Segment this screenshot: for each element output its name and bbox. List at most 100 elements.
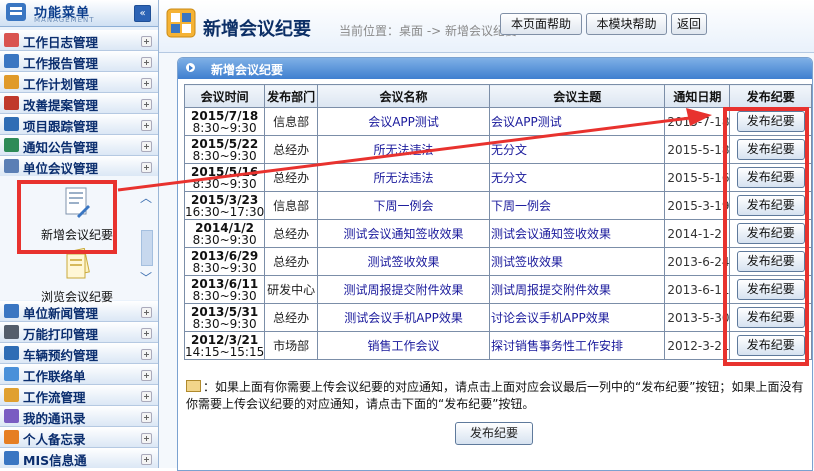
department-cell: 市场部 [264, 331, 319, 360]
meeting-topic-link[interactable]: 会议APP测试 [489, 107, 666, 136]
table-row: 2013/5/31 8:30~9:30 总经办 测试会议手机APP效果 讨论会议手机AP… [183, 303, 812, 332]
meeting-date: 2015/5/16 [191, 164, 259, 179]
expand-icon[interactable] [141, 162, 152, 173]
column-header: 通知日期 [664, 84, 731, 108]
meeting-time: 8:30~9:30 [192, 316, 257, 331]
expand-icon[interactable] [141, 433, 152, 444]
page-header: 新增会议纪要 当前位置：桌面 -> 新增会议纪要 本页面帮助 本模块帮助 返回 [159, 0, 814, 53]
meeting-date: 2013/6/11 [191, 276, 259, 291]
info-icon [4, 451, 19, 465]
expand-icon[interactable] [141, 120, 152, 131]
sidebar-item-label: 个人备忘录 [23, 432, 86, 447]
meeting-name-link[interactable]: 测试周报提交附件效果 [317, 275, 491, 304]
meeting-icon [4, 159, 19, 173]
sidebar-item[interactable]: 改善提案管理 [0, 93, 158, 114]
sidebar-item[interactable]: 工作联络单 [0, 364, 158, 385]
printer-icon [4, 325, 19, 339]
sidebar-subtitle: MANAGEMENT [34, 16, 95, 24]
department-cell: 总经办 [264, 247, 319, 276]
sidebar-item[interactable]: 工作计划管理 [0, 72, 158, 93]
meeting-topic-link[interactable]: 下周一例会 [489, 191, 666, 220]
expand-icon[interactable] [141, 391, 152, 402]
collapse-sidebar-button[interactable]: « [134, 5, 151, 22]
meeting-time-cell: 2015/5/16 8:30~9:30 [183, 163, 266, 192]
sidebar-item[interactable]: MIS信息通 [0, 448, 158, 468]
department-cell: 总经办 [264, 219, 319, 248]
expand-icon[interactable] [141, 78, 152, 89]
column-header: 会议主题 [489, 84, 666, 108]
expand-icon[interactable] [141, 370, 152, 381]
meeting-name-link[interactable]: 测试会议通知签收效果 [317, 219, 491, 248]
meeting-topic-link[interactable]: 测试周报提交附件效果 [489, 275, 666, 304]
proposal-icon [4, 96, 19, 110]
meeting-name-link[interactable]: 会议APP测试 [317, 107, 491, 136]
sidebar-item-label: 工作流管理 [23, 390, 86, 405]
meeting-topic-link[interactable]: 无分文 [489, 163, 666, 192]
sidebar-item-label: 车辆预约管理 [23, 348, 99, 363]
sidebar-item[interactable]: 万能打印管理 [0, 322, 158, 343]
expand-icon[interactable] [141, 36, 152, 47]
module-help-button[interactable]: 本模块帮助 [586, 13, 667, 35]
publish-minutes-button[interactable]: 发布纪要 [455, 422, 533, 445]
sidebar-item[interactable]: 车辆预约管理 [0, 343, 158, 364]
workflow-icon [4, 388, 19, 402]
expand-icon[interactable] [141, 349, 152, 360]
expand-icon[interactable] [141, 141, 152, 152]
sidebar-item[interactable]: 单位会议管理 [0, 156, 158, 177]
notice-icon [4, 138, 19, 152]
meeting-time-cell: 2015/5/22 8:30~9:30 [183, 135, 266, 164]
meeting-topic-link[interactable]: 测试签收效果 [489, 247, 666, 276]
notice-date-cell: 2013-6-24 [664, 247, 731, 276]
scroll-up-arrow-icon[interactable]: ︿ [139, 192, 153, 204]
submenu-browse-minutes[interactable]: 浏览会议纪要 [12, 247, 142, 305]
meeting-name-link[interactable]: 所无法违法 [317, 163, 491, 192]
notice-date-cell: 2015-5-16 [664, 163, 731, 192]
highlight-box-add-minutes [17, 180, 117, 254]
expand-icon[interactable] [141, 307, 152, 318]
meeting-name-link[interactable]: 下周一例会 [317, 191, 491, 220]
sidebar-item-label: MIS信息通 [23, 453, 87, 468]
panel-arrow-icon [186, 63, 195, 72]
sidebar-item[interactable]: 个人备忘录 [0, 427, 158, 448]
meeting-date: 2015/7/18 [191, 108, 259, 123]
memo-icon [4, 430, 19, 444]
meeting-time: 14:15~15:15 [185, 344, 265, 359]
expand-icon[interactable] [141, 412, 152, 423]
meeting-topic-link[interactable]: 讨论会议手机APP效果 [489, 303, 666, 332]
expand-icon[interactable] [141, 99, 152, 110]
table-row: 2015/5/16 8:30~9:30 总经办 所无法违法 无分文 2015-5-16 发布… [183, 163, 812, 192]
meeting-name-link[interactable]: 销售工作会议 [317, 331, 491, 360]
sidebar-item-label: 单位新闻管理 [23, 306, 99, 321]
notice-date-cell: 2013-5-30 [664, 303, 731, 332]
expand-icon[interactable] [141, 57, 152, 68]
meeting-topic-link[interactable]: 测试会议通知签收效果 [489, 219, 666, 248]
meeting-date: 2013/5/31 [191, 304, 259, 319]
scroll-down-arrow-icon[interactable]: ﹀ [139, 272, 153, 284]
page-help-button[interactable]: 本页面帮助 [500, 13, 582, 35]
sidebar-item[interactable]: 通知公告管理 [0, 135, 158, 156]
sidebar-header: 功能菜单 MANAGEMENT « [0, 0, 158, 27]
notice-date-cell: 2015-7-18 [664, 107, 731, 136]
sidebar-item[interactable]: 项目跟踪管理 [0, 114, 158, 135]
expand-icon[interactable] [141, 328, 152, 339]
notice-date-cell: 2014-1-2 [664, 219, 731, 248]
expand-icon[interactable] [141, 454, 152, 465]
meeting-name-link[interactable]: 测试签收效果 [317, 247, 491, 276]
meeting-topic-link[interactable]: 探讨销售事务性工作安排 [489, 331, 666, 360]
department-cell: 研发中心 [264, 275, 319, 304]
sidebar-item-label: 工作报告管理 [23, 56, 99, 71]
meeting-name-link[interactable]: 所无法违法 [317, 135, 491, 164]
meeting-time-cell: 2013/6/11 8:30~9:30 [183, 275, 266, 304]
meeting-date: 2013/6/29 [191, 248, 259, 263]
sidebar-item[interactable]: 我的通讯录 [0, 406, 158, 427]
meeting-topic-link[interactable]: 无分文 [489, 135, 666, 164]
meeting-name-link[interactable]: 测试会议手机APP效果 [317, 303, 491, 332]
back-button[interactable]: 返回 [671, 13, 707, 35]
meeting-time: 8:30~9:30 [192, 148, 257, 163]
submenu-scrollbar-thumb[interactable] [141, 230, 153, 266]
sidebar-item[interactable]: 工作日志管理 [0, 30, 158, 51]
sidebar-item[interactable]: 工作流管理 [0, 385, 158, 406]
sidebar-item[interactable]: 工作报告管理 [0, 51, 158, 72]
column-header: 发布纪要 [729, 84, 812, 108]
breadcrumb: 当前位置：桌面 -> 新增会议纪要 [339, 24, 518, 38]
